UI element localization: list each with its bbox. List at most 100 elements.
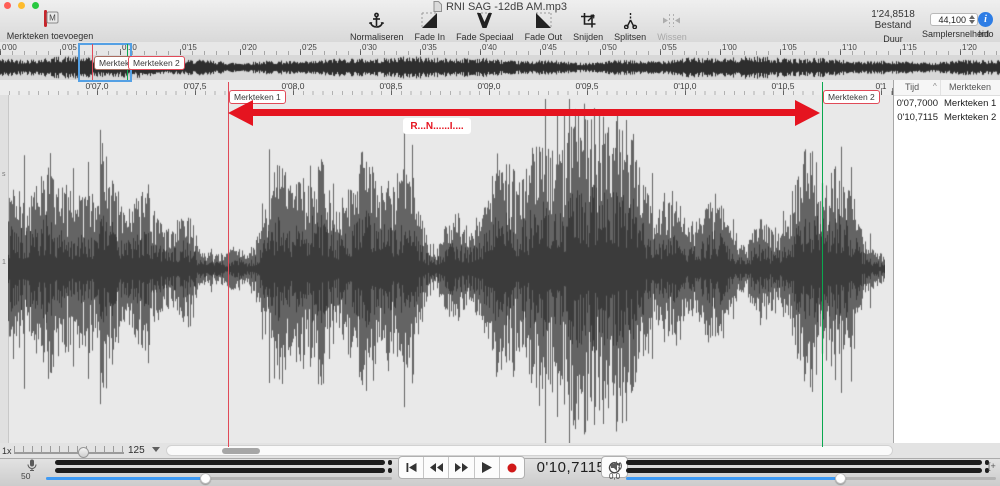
- svg-text:M: M: [49, 14, 56, 23]
- fade-special-button[interactable]: Fade Speciaal: [456, 11, 514, 42]
- channel-label: 1: [2, 259, 6, 266]
- info-button[interactable]: i: [978, 12, 993, 27]
- play-button[interactable]: [475, 457, 500, 478]
- add-marker-button[interactable]: M Merkteken toevoegen: [2, 9, 98, 41]
- selection-arrow-right-icon: [795, 100, 820, 126]
- stepper-arrows-icon[interactable]: [969, 15, 975, 24]
- add-marker-label: Merkteken toevoegen: [7, 31, 94, 41]
- duration-value: 1'24,8518: [856, 9, 930, 20]
- main-ruler-label: 0'08,0: [282, 81, 305, 91]
- info-caption: Info: [974, 29, 998, 39]
- crop-button[interactable]: Snijden: [573, 11, 603, 42]
- input-gain-value: 50: [21, 471, 30, 481]
- horizontal-scrollbar-thumb[interactable]: [222, 448, 260, 454]
- toolbar-label: Splitsen: [614, 32, 646, 42]
- column-divider[interactable]: [940, 80, 941, 95]
- main-ruler-label: 0'10,0: [674, 81, 697, 91]
- fade-in-icon: [421, 11, 438, 29]
- input-volume-knob[interactable]: [200, 473, 211, 484]
- col-time-header[interactable]: Tijd: [905, 82, 919, 92]
- fade-out-button[interactable]: Fade Out: [525, 11, 563, 42]
- overview-ruler-label: 0'30: [362, 43, 377, 52]
- toolbar-label: Fade Out: [525, 32, 563, 42]
- erase-button: Wissen: [657, 11, 687, 42]
- overview-marker2-label[interactable]: Merkteken 2: [128, 56, 185, 70]
- scissors-icon: [622, 11, 639, 29]
- overview-ruler[interactable]: 0'000'050'100'150'200'250'300'350'400'45…: [0, 42, 1000, 56]
- overview-ruler-label: 0'05: [62, 43, 77, 52]
- fade-out-icon: [535, 11, 552, 29]
- marker-row[interactable]: 0'07,7000 Merkteken 1: [894, 96, 1000, 110]
- overview-ruler-label: 0'00: [2, 43, 17, 52]
- input-peak-dot: [388, 468, 392, 473]
- overview-ruler-label: 1'05: [782, 43, 797, 52]
- crop-icon: [580, 11, 597, 29]
- zoom-level-select[interactable]: 125: [128, 445, 160, 456]
- overview-ruler-label: 1'20: [962, 43, 977, 52]
- toolbar-label: Fade In: [415, 32, 446, 42]
- overview-ruler-label: 0'35: [422, 43, 437, 52]
- overview-ruler-label: 0'40: [482, 43, 497, 52]
- overview-ruler-label: 1'10: [842, 43, 857, 52]
- annotation-label: R...N......I....: [403, 118, 471, 134]
- main-ruler-label: 0'09,0: [478, 81, 501, 91]
- zoom-slider[interactable]: [14, 452, 124, 454]
- main-waveform-area[interactable]: s 1: [0, 95, 893, 444]
- normalize-button[interactable]: Normaliseren: [350, 11, 404, 42]
- microphone-icon: [26, 459, 38, 471]
- sort-asc-icon[interactable]: ^: [933, 82, 937, 91]
- erase-icon: [663, 11, 680, 29]
- main-ruler-label: 0'09,5: [576, 81, 599, 91]
- overview-ruler-label: 0'45: [542, 43, 557, 52]
- input-volume-fill: [46, 477, 206, 480]
- output-level-meter: [626, 460, 982, 465]
- samplerate-stepper[interactable]: 44,100: [930, 13, 978, 26]
- overview-ruler-label: 0'20: [242, 43, 257, 52]
- fade-in-button[interactable]: Fade In: [415, 11, 446, 42]
- overview-ruler-label: 0'15: [182, 43, 197, 52]
- input-peak-dot: [388, 460, 392, 465]
- duration-info: 1'24,8518 Bestand Duur: [856, 9, 930, 44]
- file-label: Bestand: [856, 20, 930, 31]
- overview-ruler-label: 1'00: [722, 43, 737, 52]
- marker-name: Merkteken 1: [944, 98, 996, 109]
- go-to-start-button[interactable]: [399, 457, 424, 478]
- zoom-slider-knob[interactable]: [78, 447, 89, 458]
- transport-controls: [398, 456, 525, 479]
- zoom-level-value: 125: [128, 445, 145, 456]
- overview-marker1-line: [92, 44, 93, 80]
- playhead-line[interactable]: [822, 82, 823, 447]
- marker2-label[interactable]: Merkteken 2: [823, 90, 880, 104]
- channel-label: s: [2, 171, 6, 178]
- marker1-line[interactable]: [228, 82, 229, 447]
- overview-ruler-label: 0'55: [662, 43, 677, 52]
- main-ruler-label: 0'08,5: [380, 81, 403, 91]
- main-waveform-canvas[interactable]: [8, 95, 885, 443]
- marker-time: 0'10,7115: [894, 112, 938, 123]
- main-ruler-label: 0'07,5: [184, 81, 207, 91]
- overview-ruler-label: 0'25: [302, 43, 317, 52]
- speaker-icon: [611, 461, 622, 471]
- overview-ruler-label: 1'15: [902, 43, 917, 52]
- horizontal-scrollbar[interactable]: [166, 445, 893, 456]
- toolbar-label: Wissen: [657, 32, 687, 42]
- record-button[interactable]: [500, 457, 524, 478]
- main-ruler[interactable]: 0'07,00'07,50'08,00'08,50'09,00'09,50'10…: [0, 80, 893, 96]
- audio-editor-window: RNI SAG -12dB AM.mp3 M Merkteken toevoeg…: [0, 0, 1000, 486]
- markers-panel-header[interactable]: Tijd ^ Merkteken: [894, 80, 1000, 96]
- fast-forward-button[interactable]: [449, 457, 474, 478]
- marker-name: Merkteken 2: [944, 112, 996, 123]
- samplerate-value: 44,100: [938, 15, 966, 25]
- toolbar-label: Fade Speciaal: [456, 32, 514, 42]
- col-marker-header[interactable]: Merkteken: [949, 82, 991, 92]
- marker-row[interactable]: 0'10,7115 Merkteken 2: [894, 110, 1000, 124]
- speed-label: 1x: [2, 446, 12, 456]
- rewind-button[interactable]: [424, 457, 449, 478]
- marker-time: 0'07,7000: [894, 98, 938, 109]
- output-volume-knob[interactable]: [835, 473, 846, 484]
- output-volume-fill: [626, 477, 841, 480]
- normalize-anchor-icon: [368, 11, 385, 29]
- split-button[interactable]: Splitsen: [614, 11, 646, 42]
- output-level-meter: [626, 468, 982, 473]
- overview-ruler-label: 0'50: [602, 43, 617, 52]
